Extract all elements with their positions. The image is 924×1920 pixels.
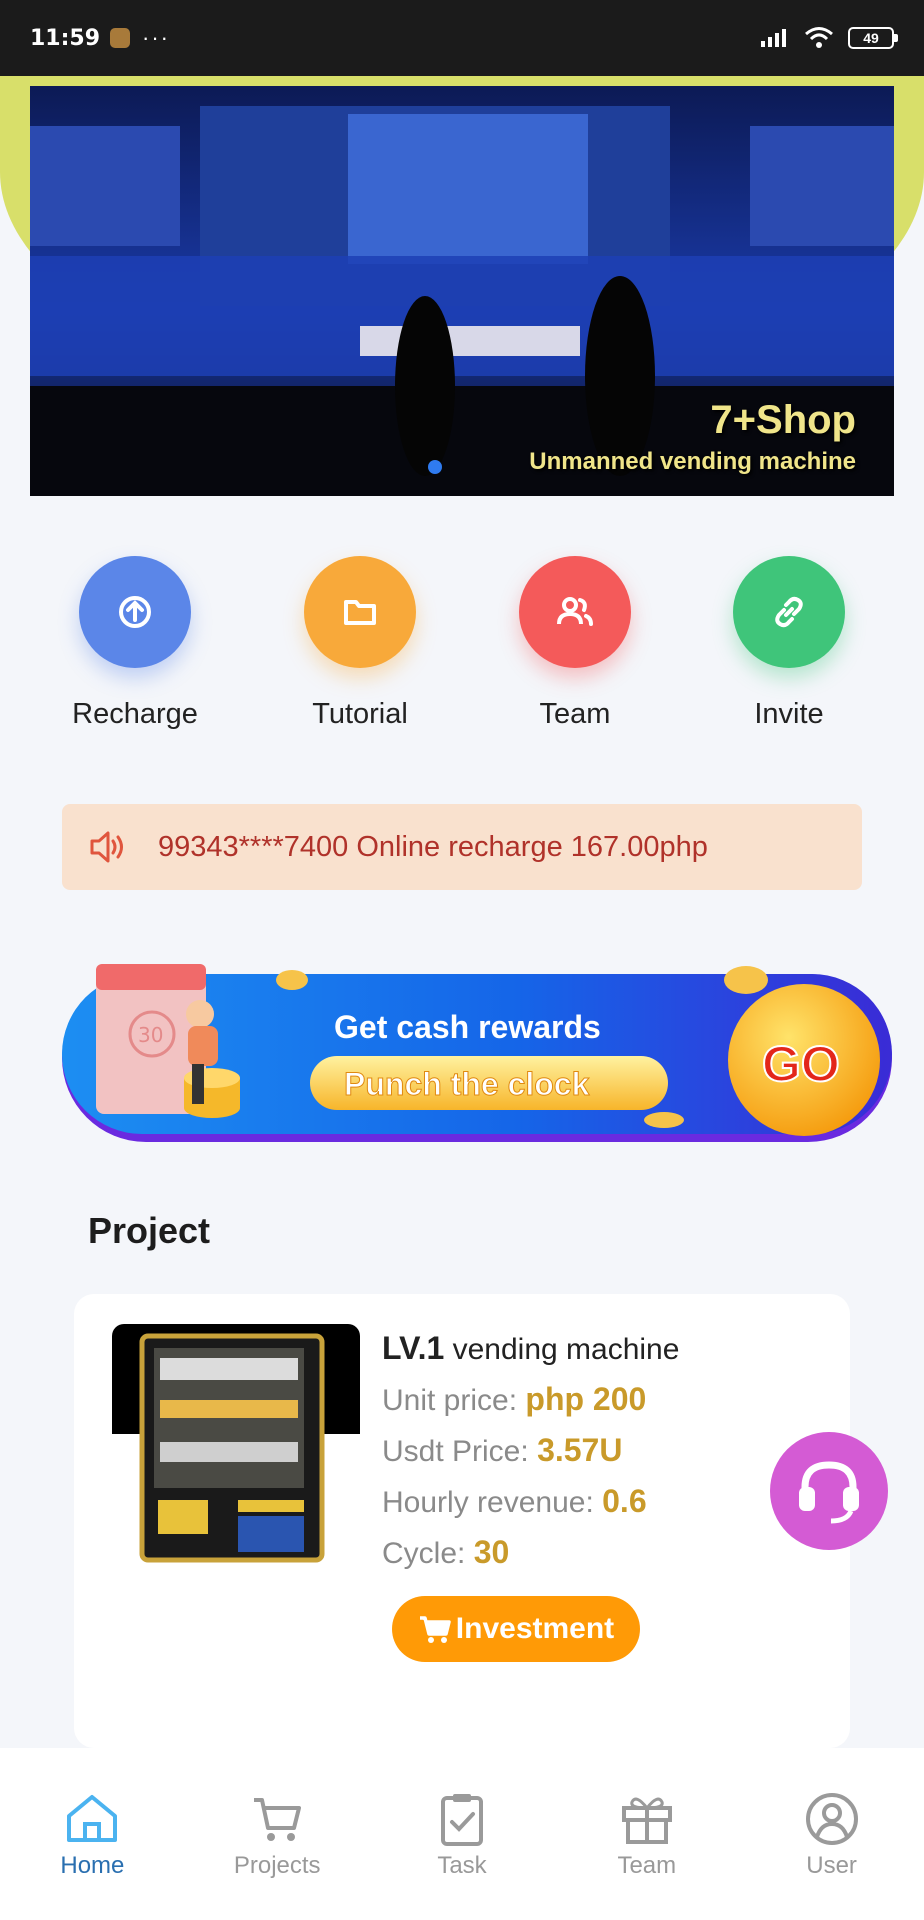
carousel-indicator[interactable]: [428, 460, 442, 474]
nav-home[interactable]: Home: [0, 1748, 185, 1920]
banner-title: 7+Shop: [710, 398, 856, 442]
link-icon: [733, 556, 845, 668]
more-notifications-icon: ···: [142, 25, 171, 50]
wifi-icon: [805, 27, 833, 48]
battery-icon: 49: [848, 27, 898, 49]
project-info: LV.1 vending machine Unit price: php 200…: [382, 1330, 679, 1571]
go-button: GO: [762, 1036, 840, 1092]
app-notification-icon: [110, 28, 131, 48]
nav-task[interactable]: Task: [370, 1748, 555, 1920]
hero-banner[interactable]: 7+Shop Unmanned vending machine: [30, 86, 894, 496]
quick-actions: Recharge Tutorial Team Invite: [0, 556, 924, 736]
punch-headline: Get cash rewards: [334, 1009, 601, 1045]
unit-price-row: Unit price: php 200: [382, 1381, 679, 1418]
vending-machine-image: [112, 1324, 360, 1568]
status-icons: 49: [760, 26, 898, 50]
team-label: Team: [539, 698, 611, 730]
invite-label: Invite: [754, 698, 824, 730]
recharge-button[interactable]: Recharge: [35, 556, 235, 731]
notice-text: 99343****7400 Online recharge 167.00php: [158, 830, 708, 863]
home-icon: [67, 1795, 118, 1842]
hourly-revenue-row: Hourly revenue: 0.6: [382, 1483, 679, 1520]
calendar-day: 30: [138, 1023, 163, 1047]
project-card: LV.1 vending machine Unit price: php 200…: [74, 1294, 850, 1748]
cart-icon: [254, 1798, 302, 1841]
users-icon: [519, 556, 631, 668]
clipboard-check-icon: [440, 1794, 483, 1846]
signal-icon: [761, 29, 786, 47]
gift-icon: [621, 1797, 672, 1844]
headset-icon: [799, 1461, 859, 1524]
nav-home-label: Home: [60, 1852, 125, 1879]
folder-icon: [304, 556, 416, 668]
cycle-row: Cycle: 30: [382, 1534, 679, 1571]
project-name: LV.1 vending machine: [382, 1330, 679, 1367]
status-time: 11:59: [30, 25, 101, 51]
section-title-project: Project: [88, 1210, 211, 1251]
user-icon: [805, 1793, 858, 1845]
nav-user[interactable]: User: [739, 1748, 924, 1920]
unit-price-label: Unit price:: [382, 1384, 518, 1417]
nav-projects[interactable]: Projects: [185, 1748, 370, 1920]
upload-icon: [79, 556, 191, 668]
notice-bar: 99343****7400 Online recharge 167.00php: [62, 804, 862, 890]
cycle-label: Cycle:: [382, 1537, 466, 1570]
speaker-icon: [90, 831, 123, 863]
punch-the-clock-button: Punch the clock: [344, 1066, 590, 1102]
usdt-price-value: 3.57U: [537, 1432, 623, 1468]
nav-team-label: Team: [617, 1852, 677, 1879]
bottom-navigation: Home Projects Task Team User: [0, 1748, 924, 1920]
investment-label: Investment: [455, 1612, 615, 1645]
team-button[interactable]: Team: [475, 556, 675, 731]
hourly-revenue-value: 0.6: [602, 1483, 647, 1519]
nav-task-label: Task: [437, 1852, 487, 1879]
project-name-text: vending machine: [452, 1333, 680, 1366]
status-bar: 11:59 ··· 49: [0, 0, 924, 76]
punch-clock-banner[interactable]: 30 Get cash rewards Punch the clock GO: [62, 958, 892, 1142]
nav-team[interactable]: Team: [554, 1748, 739, 1920]
tutorial-button[interactable]: Tutorial: [260, 556, 460, 731]
usdt-price-label: Usdt Price:: [382, 1435, 529, 1468]
unit-price-value: php 200: [525, 1381, 647, 1417]
invite-button[interactable]: Invite: [689, 556, 889, 731]
cart-icon: [419, 1616, 451, 1643]
nav-projects-label: Projects: [233, 1852, 321, 1879]
banner-subtitle: Unmanned vending machine: [529, 448, 856, 475]
usdt-price-row: Usdt Price: 3.57U: [382, 1432, 679, 1469]
cycle-value: 30: [473, 1534, 510, 1570]
nav-user-label: User: [806, 1852, 857, 1879]
project-level: LV.1: [382, 1330, 445, 1366]
recharge-label: Recharge: [72, 698, 198, 730]
investment-button[interactable]: Investment: [392, 1596, 640, 1662]
tutorial-label: Tutorial: [312, 698, 408, 730]
hourly-revenue-label: Hourly revenue:: [382, 1486, 594, 1519]
customer-support-button[interactable]: [770, 1432, 888, 1550]
